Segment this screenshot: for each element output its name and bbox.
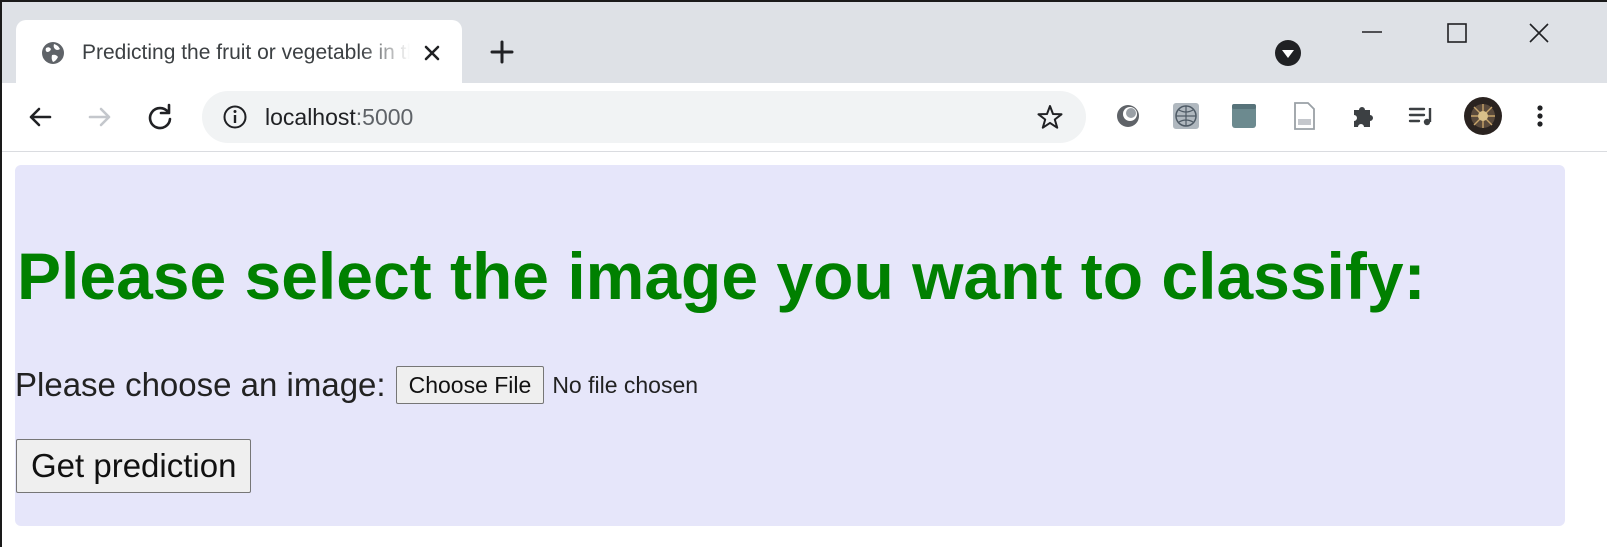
download-arrow-icon[interactable] bbox=[1274, 39, 1302, 67]
media-playlist-icon[interactable] bbox=[1406, 100, 1438, 132]
url-text: localhost:5000 bbox=[265, 103, 413, 131]
avatar[interactable] bbox=[1464, 97, 1502, 135]
square-extension-icon[interactable] bbox=[1228, 100, 1260, 132]
page-viewport: Please select the image you want to clas… bbox=[2, 152, 1607, 547]
close-icon[interactable] bbox=[418, 39, 446, 67]
forward-arrow-icon[interactable] bbox=[84, 101, 116, 133]
get-prediction-button[interactable]: Get prediction bbox=[16, 439, 252, 493]
reload-icon[interactable] bbox=[144, 101, 176, 133]
info-icon[interactable] bbox=[222, 104, 248, 130]
minimize-icon[interactable] bbox=[1357, 20, 1387, 50]
content-panel: Please select the image you want to clas… bbox=[15, 165, 1565, 526]
url-port: :5000 bbox=[355, 104, 414, 130]
plus-icon[interactable] bbox=[488, 38, 516, 66]
url-host: localhost bbox=[265, 104, 356, 130]
file-status-text: No file chosen bbox=[552, 371, 699, 398]
file-input-label: Please choose an image: bbox=[15, 366, 386, 403]
tab-title: Predicting the fruit or vegetable in the… bbox=[82, 41, 410, 64]
globe-extension-icon[interactable] bbox=[1170, 100, 1202, 132]
circle-extension-icon[interactable] bbox=[1112, 100, 1144, 132]
globe-icon bbox=[40, 40, 66, 66]
document-extension-icon[interactable] bbox=[1288, 100, 1320, 132]
browser-toolbar: localhost:5000 bbox=[2, 83, 1607, 152]
page-heading: Please select the image you want to clas… bbox=[17, 239, 1426, 313]
choose-file-button[interactable]: Choose File bbox=[395, 366, 545, 404]
file-upload-row: Please choose an image: Choose File No f… bbox=[15, 363, 698, 407]
close-icon[interactable] bbox=[1524, 20, 1554, 50]
browser-window: Predicting the fruit or vegetable in the… bbox=[0, 0, 1607, 547]
back-arrow-icon[interactable] bbox=[24, 101, 56, 133]
tab-strip: Predicting the fruit or vegetable in the… bbox=[2, 2, 1607, 83]
maximize-icon[interactable] bbox=[1442, 20, 1472, 50]
browser-tab[interactable]: Predicting the fruit or vegetable in the… bbox=[16, 20, 462, 83]
address-bar[interactable]: localhost:5000 bbox=[202, 91, 1086, 143]
kebab-menu-icon[interactable] bbox=[1524, 100, 1556, 132]
puzzle-icon[interactable] bbox=[1348, 100, 1380, 132]
star-icon[interactable] bbox=[1036, 103, 1064, 131]
